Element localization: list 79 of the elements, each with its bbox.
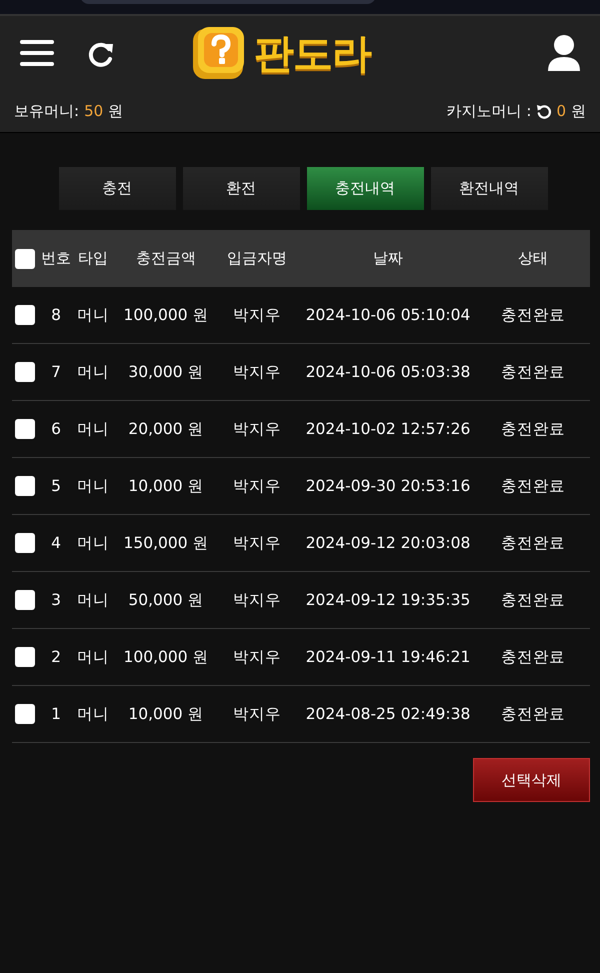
- column-header: 입금자명: [226, 249, 288, 268]
- table-cell-text: 박지우: [232, 532, 282, 554]
- table-cell-text: 박지우: [232, 646, 282, 668]
- table-cell-text: 머니: [76, 304, 110, 326]
- table-cell-text: 10,000 원: [127, 476, 205, 496]
- balance-value: 50: [84, 102, 104, 120]
- column-header: 충전금액: [135, 249, 197, 268]
- casino-unit: 원: [571, 102, 586, 120]
- table-cell-text: 박지우: [232, 304, 282, 326]
- refresh-icon[interactable]: [536, 104, 552, 118]
- table-cell-text: 2024-10-06 05:10:04: [304, 306, 472, 324]
- table-cell-text: 2: [50, 648, 62, 666]
- table-cell-text: 충전완료: [500, 476, 566, 496]
- table-cell-text: 1: [50, 705, 62, 723]
- table-cell-text: 5: [50, 477, 62, 495]
- table-cell-text: 박지우: [232, 704, 282, 724]
- logo-text: 판도라: [254, 30, 371, 78]
- table-cell-text: 2024-09-11 19:46:21: [304, 648, 472, 666]
- table-cell-text: 7: [50, 363, 62, 381]
- column-header: 상태: [517, 249, 549, 268]
- table-cell-text: 10,000 원: [127, 704, 205, 724]
- table-cell-text: 2024-09-12 19:35:35: [304, 591, 472, 609]
- tab[interactable]: 충전: [58, 167, 176, 210]
- table-cell-text: 2024-08-25 02:49:38: [304, 705, 472, 723]
- table-cell-text: 3: [50, 591, 62, 609]
- table-cell-text: 2024-09-12 20:03:08: [304, 534, 472, 552]
- table-cell-text: 충전완료: [500, 590, 566, 610]
- casino-value: 0: [556, 102, 566, 120]
- balance-label: 보유머니:: [14, 102, 80, 120]
- table-cell-text: 150,000 원: [122, 532, 210, 554]
- table-cell-text: 박지우: [232, 418, 282, 440]
- table-cell-text: 충전완료: [500, 704, 566, 724]
- table-cell-text: 50,000 원: [127, 590, 205, 610]
- table-cell-text: 머니: [76, 476, 110, 496]
- balance-unit: 원: [108, 102, 124, 120]
- table-cell-text: 박지우: [232, 476, 282, 496]
- row-checkbox[interactable]: [15, 704, 35, 724]
- table-cell-text: 30,000 원: [127, 362, 205, 382]
- menu-icon[interactable]: [19, 38, 55, 68]
- table-cell-text: 머니: [76, 704, 110, 724]
- table-cell-text: 충전완료: [500, 532, 566, 554]
- refresh-icon[interactable]: [87, 40, 115, 68]
- table-cell-text: 머니: [76, 362, 110, 382]
- table-cell-text: 머니: [76, 646, 110, 668]
- row-checkbox[interactable]: [15, 305, 35, 325]
- table-cell-text: 4: [50, 534, 62, 552]
- table-cell-text: 머니: [76, 532, 110, 554]
- tab[interactable]: 환전: [182, 167, 300, 210]
- delete-selected-button[interactable]: 선택삭제: [473, 758, 590, 802]
- table-cell-text: 8: [50, 306, 62, 324]
- select-all-checkbox[interactable]: [15, 248, 35, 268]
- table-cell-text: 100,000 원: [122, 304, 210, 326]
- row-checkbox[interactable]: [15, 419, 35, 439]
- table-cell-text: 100,000 원: [122, 646, 210, 668]
- user-icon[interactable]: [547, 34, 581, 72]
- table-cell-text: 충전완료: [500, 362, 566, 382]
- table-cell-text: 박지우: [232, 590, 282, 610]
- column-header: 타입: [77, 249, 109, 268]
- table-cell-text: 충전완료: [500, 304, 566, 326]
- casino-label: 카지노머니 :: [446, 102, 532, 120]
- table-cell-text: 6: [50, 420, 62, 438]
- row-checkbox[interactable]: [15, 362, 35, 382]
- table-cell-text: 충전완료: [500, 646, 566, 668]
- table-cell-text: 2024-09-30 20:53:16: [304, 477, 472, 495]
- table-cell-text: 박지우: [232, 362, 282, 382]
- table-cell-text: 머니: [76, 418, 110, 440]
- tab[interactable]: 충전내역: [306, 167, 424, 210]
- tab[interactable]: 환전내역: [430, 167, 548, 210]
- row-checkbox[interactable]: [15, 647, 35, 667]
- table-cell-text: 머니: [76, 590, 110, 610]
- table-cell-text: 20,000 원: [127, 418, 205, 440]
- row-checkbox[interactable]: [15, 476, 35, 496]
- column-header: 날짜: [372, 249, 404, 268]
- column-header: 번호: [40, 249, 72, 268]
- row-checkbox[interactable]: [15, 590, 35, 610]
- row-checkbox[interactable]: [15, 533, 35, 553]
- table-cell-text: 2024-10-02 12:57:26: [304, 420, 472, 438]
- table-cell-text: 2024-10-06 05:03:38: [304, 363, 472, 381]
- table-cell-text: 충전완료: [500, 418, 566, 440]
